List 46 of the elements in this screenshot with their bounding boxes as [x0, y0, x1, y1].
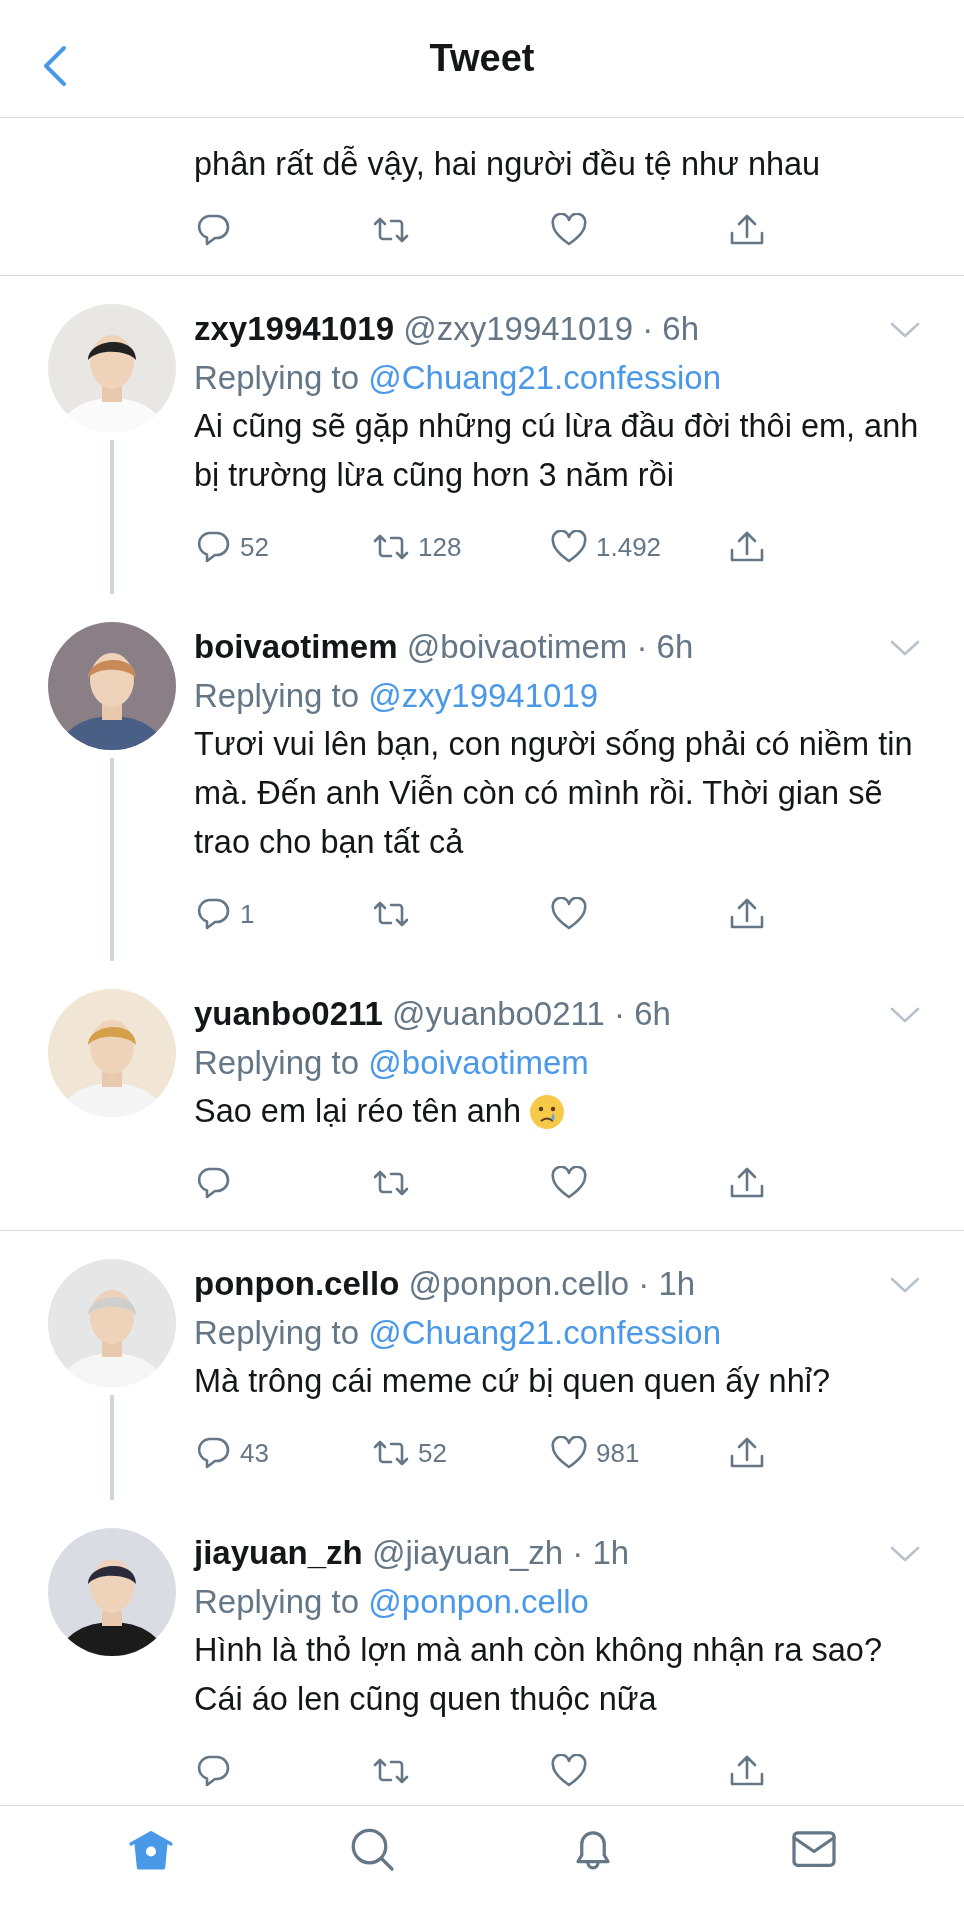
share-icon[interactable] [728, 530, 766, 564]
count: 1.492 [596, 530, 662, 564]
handle-time: @zxy19941019 · 6h [403, 310, 700, 347]
handle-time: @jiayuan_zh · 1h [371, 1534, 630, 1571]
tweet-text: Tươi vui lên bạn, con người sống phải có niềm tin mà. Đến anh Viễn còn có mình rồi. Thời gian sẽ trao cho bạn tất cả [194, 725, 914, 862]
mention-link[interactable]: @ponpon.cello [368, 1583, 589, 1620]
heart-icon[interactable] [550, 530, 588, 564]
reply-label: Replying to [194, 677, 360, 714]
reply-label: Replying to [194, 1314, 360, 1351]
handle-time: @ponpon.cello · 1h [408, 1265, 696, 1302]
handle-time: @yuanbo0211 · 6h [392, 995, 671, 1032]
count: 1 [240, 897, 255, 931]
count: 128 [418, 530, 462, 564]
share-icon[interactable] [728, 897, 766, 931]
tweet-text: Sao em lại réo tên anh [194, 1092, 521, 1131]
share-icon[interactable] [728, 1436, 766, 1470]
tweet-text: Mà trông cái meme cứ bị quen quen ấy nhỉ? [194, 1362, 830, 1401]
handle-time: @boivaotimem · 6h [406, 628, 694, 665]
heart-icon[interactable] [550, 213, 588, 247]
heart-icon[interactable] [550, 897, 588, 931]
user-name: yuanbo0211 [194, 995, 383, 1032]
tweet-text: phân rất dễ vậy, hai người đều tệ như nhau [194, 144, 822, 184]
tweet-text: Hình là thỏ lợn mà anh còn không nhận ra sao? Cái áo len cũng quen thuộc nữa [194, 1631, 884, 1719]
user-name: zxy19941019 [194, 310, 395, 347]
share-icon[interactable] [728, 1754, 766, 1788]
reply-label: Replying to [194, 1583, 360, 1620]
user-name: jiayuan_zh [194, 1534, 363, 1571]
page-title: Tweet [429, 36, 535, 81]
mention-link[interactable]: @Chuang21.confession [368, 359, 722, 396]
reply-label: Replying to [194, 359, 360, 396]
reply-label: Replying to [194, 1044, 360, 1081]
user-name: boivaotimem [194, 628, 398, 665]
count: 52 [418, 1436, 447, 1470]
mention-link[interactable]: @zxy19941019 [368, 677, 599, 714]
mention-link[interactable]: @boivaotimem [368, 1044, 589, 1081]
mention-link[interactable]: @Chuang21.confession [368, 1314, 722, 1351]
count: 52 [240, 530, 269, 564]
count: 43 [240, 1436, 269, 1470]
heart-icon[interactable] [550, 1436, 588, 1470]
heart-icon[interactable] [550, 1754, 588, 1788]
share-icon[interactable] [728, 213, 766, 247]
share-icon[interactable] [728, 1166, 766, 1200]
user-name: ponpon.cello [194, 1265, 400, 1302]
tweet-text: Ai cũng sẽ gặp những cú lừa đầu đời thôi em, anh bị trường lừa cũng hơn 3 năm rồi [194, 407, 920, 495]
count: 981 [596, 1436, 640, 1470]
heart-icon[interactable] [550, 1166, 588, 1200]
